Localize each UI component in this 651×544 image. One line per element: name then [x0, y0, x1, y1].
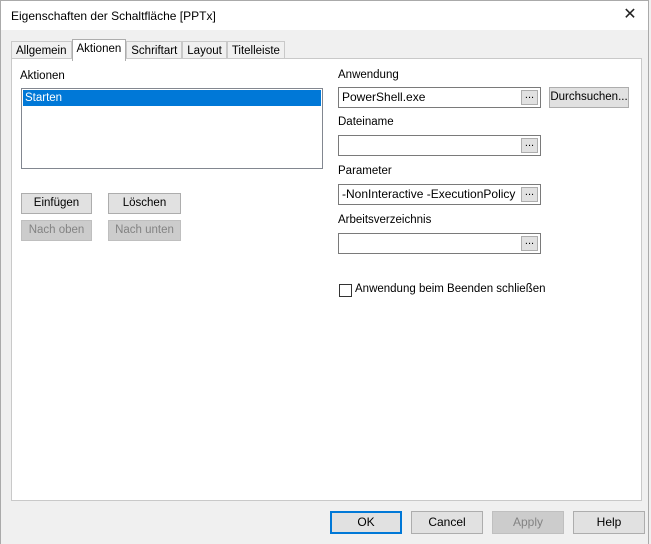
actions-listbox[interactable]: Starten — [21, 88, 323, 169]
ok-button[interactable]: OK — [330, 511, 402, 534]
parameter-field[interactable]: -NonInteractive -ExecutionPolicy ... — [338, 184, 541, 205]
close-on-exit-checkbox[interactable] — [339, 284, 352, 297]
workdir-label: Arbeitsverzeichnis — [338, 214, 432, 226]
tab-panel-aktionen: Aktionen Starten Einfügen Löschen Nach o… — [11, 58, 642, 501]
filename-label: Dateiname — [338, 116, 394, 128]
apply-button[interactable]: Apply — [492, 511, 564, 534]
close-icon[interactable]: ✕ — [618, 4, 642, 26]
dialog-body: Allgemein Aktionen Schriftart Layout Tit… — [0, 30, 649, 544]
parameter-ellipsis-button[interactable]: ... — [521, 187, 538, 202]
cancel-button[interactable]: Cancel — [411, 511, 483, 534]
application-ellipsis-button[interactable]: ... — [521, 90, 538, 105]
list-item[interactable]: Starten — [23, 90, 321, 106]
tab-strip: Allgemein Aktionen Schriftart Layout Tit… — [11, 39, 285, 61]
application-label: Anwendung — [338, 69, 399, 81]
application-field[interactable]: PowerShell.exe ... — [338, 87, 541, 108]
filename-field[interactable]: ... — [338, 135, 541, 156]
window-title: Eigenschaften der Schaltfläche [PPTx] — [11, 9, 216, 23]
help-button[interactable]: Help — [573, 511, 645, 534]
workdir-field[interactable]: ... — [338, 233, 541, 254]
move-down-button[interactable]: Nach unten — [108, 220, 181, 241]
application-value: PowerShell.exe — [342, 90, 426, 104]
parameter-value: -NonInteractive -ExecutionPolicy — [342, 187, 516, 201]
browse-button[interactable]: Durchsuchen... — [549, 87, 629, 108]
title-bar: Eigenschaften der Schaltfläche [PPTx] ✕ — [0, 0, 649, 30]
insert-button[interactable]: Einfügen — [21, 193, 92, 214]
tab-aktionen[interactable]: Aktionen — [71, 39, 127, 61]
move-up-button[interactable]: Nach oben — [21, 220, 92, 241]
filename-ellipsis-button[interactable]: ... — [521, 138, 538, 153]
delete-button[interactable]: Löschen — [108, 193, 181, 214]
actions-label: Aktionen — [20, 70, 65, 82]
close-on-exit-label[interactable]: Anwendung beim Beenden schließen — [355, 283, 546, 295]
parameter-label: Parameter — [338, 165, 392, 177]
workdir-ellipsis-button[interactable]: ... — [521, 236, 538, 251]
